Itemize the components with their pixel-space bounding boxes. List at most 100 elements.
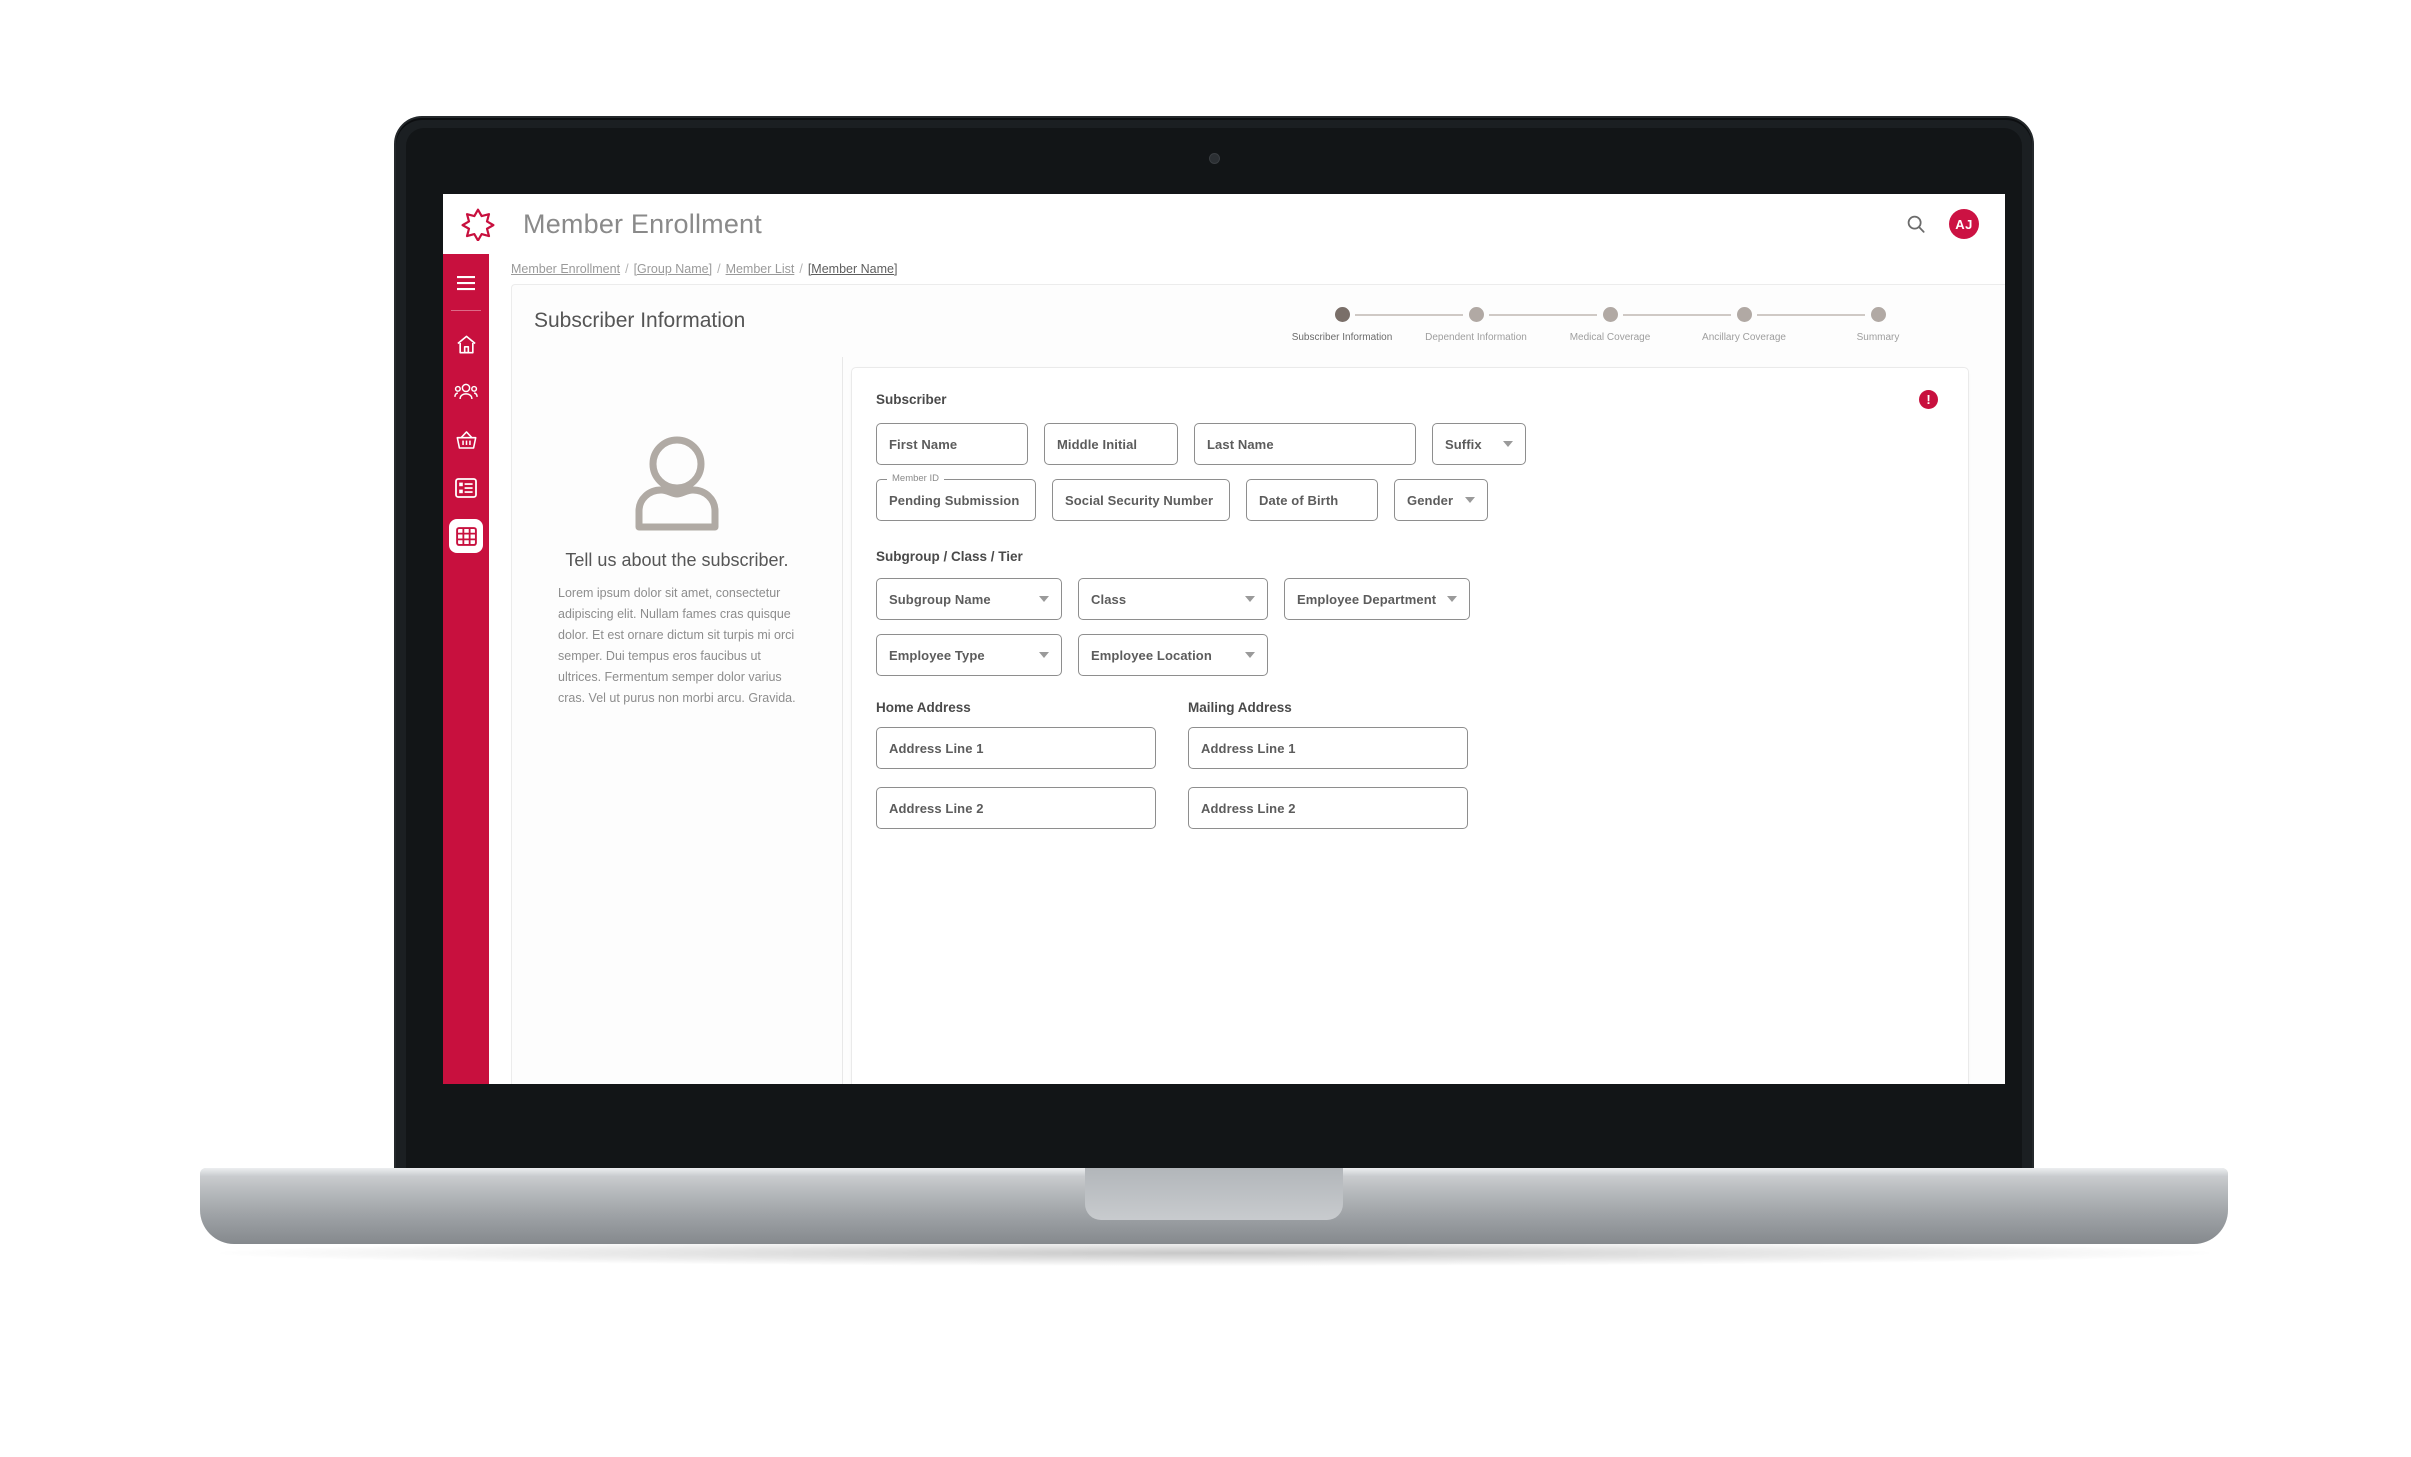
breadcrumb: Member Enrollment / [Group Name] / Membe… (489, 254, 2005, 284)
stepper-label: Summary (1856, 332, 1900, 343)
search-icon[interactable] (1901, 209, 1931, 239)
home-address-line1-input[interactable]: Address Line 1 (876, 727, 1156, 769)
chevron-down-icon (1039, 596, 1049, 602)
topbar-actions: AJ (1901, 209, 2005, 239)
content-area: Member Enrollment / [Group Name] / Membe… (489, 254, 2005, 1084)
suffix-select[interactable]: Suffix (1432, 423, 1526, 465)
sidebar-item-home[interactable] (449, 327, 483, 361)
stepper-label: Dependent Information (1425, 332, 1527, 343)
section-header-subgroup: Subgroup / Class / Tier (876, 549, 1938, 564)
chevron-down-icon (1447, 596, 1457, 602)
home-icon (456, 335, 476, 353)
class-select[interactable]: Class (1078, 578, 1268, 620)
stepper-label: Subscriber Information (1291, 332, 1393, 343)
section-title: Subscriber (876, 392, 947, 407)
subgroup-row-1: Subgroup Name Class Employee Department (876, 578, 1938, 620)
app-topbar: Member Enrollment AJ (443, 194, 2005, 255)
mailing-address-line1-placeholder: Address Line 1 (1201, 740, 1296, 756)
home-address-line2-placeholder: Address Line 2 (889, 800, 984, 816)
stepper-step-subscriber-information[interactable]: Subscriber Information (1275, 307, 1463, 343)
sidebar-item-menu[interactable] (449, 266, 483, 300)
hamburger-menu-icon (457, 276, 475, 291)
avatar[interactable]: AJ (1949, 209, 1979, 239)
section-header-home-address: Home Address (876, 700, 1156, 715)
mailing-address-line2-placeholder: Address Line 2 (1201, 800, 1296, 816)
sidebar-item-reports[interactable] (449, 471, 483, 505)
laptop-lid: Member Enrollment AJ Member Enrollment /… (396, 118, 2032, 1172)
employee-type-value: Employee Type (889, 647, 985, 663)
suffix-value: Suffix (1445, 436, 1482, 452)
date-of-birth-input[interactable]: Date of Birth (1246, 479, 1378, 521)
page-title: Subscriber Information (534, 309, 746, 332)
mailing-address-group: Mailing Address Address Line 1 Address L… (1188, 700, 1468, 847)
list-icon (455, 478, 477, 498)
employee-type-select[interactable]: Employee Type (876, 634, 1062, 676)
stepper-dot (1870, 307, 1886, 322)
member-id-input[interactable]: Member ID Pending Submission (876, 473, 1036, 521)
first-name-placeholder: First Name (889, 436, 958, 452)
employee-department-select[interactable]: Employee Department (1284, 578, 1470, 620)
breadcrumb-separator: / (625, 262, 629, 276)
middle-initial-placeholder: Middle Initial (1057, 436, 1138, 452)
intro-heading: Tell us about the subscriber. (565, 550, 789, 570)
subscriber-form-card: Subscriber ! First Name Middle Initial L… (851, 367, 1969, 1084)
employee-location-select[interactable]: Employee Location (1078, 634, 1268, 676)
brand-logo[interactable] (443, 194, 513, 254)
breadcrumb-separator: / (799, 262, 803, 276)
sidebar-nav (443, 254, 489, 1084)
employee-location-value: Employee Location (1091, 647, 1212, 663)
breadcrumb-item-2[interactable]: Member List (726, 262, 795, 276)
grid-table-icon (455, 526, 477, 546)
stepper-step-summary[interactable]: Summary (1811, 307, 1945, 343)
member-id-label: Member ID (887, 473, 944, 484)
stepper-step-medical-coverage[interactable]: Medical Coverage (1543, 307, 1731, 343)
subgroup-name-value: Subgroup Name (889, 591, 991, 607)
intro-pane: Tell us about the subscriber. Lorem ipsu… (512, 357, 843, 1084)
basket-icon (456, 431, 476, 449)
progress-stepper: Subscriber Information Dependent Informa… (1275, 305, 1979, 343)
breadcrumb-item-1[interactable]: [Group Name] (634, 262, 713, 276)
person-avatar-icon (625, 435, 729, 536)
breadcrumb-item-0[interactable]: Member Enrollment (511, 262, 620, 276)
laptop-screen: Member Enrollment AJ Member Enrollment /… (443, 194, 2005, 1084)
sidebar-item-groups[interactable] (449, 375, 483, 409)
dob-placeholder: Date of Birth (1259, 492, 1339, 508)
ssn-input[interactable]: Social Security Number (1052, 479, 1230, 521)
subgroup-row-2: Employee Type Employee Location (876, 634, 1938, 676)
mailing-address-line1-input[interactable]: Address Line 1 (1188, 727, 1468, 769)
laptop-device: Member Enrollment AJ Member Enrollment /… (396, 118, 2032, 1172)
error-alert-icon[interactable]: ! (1919, 390, 1938, 409)
subgroup-name-select[interactable]: Subgroup Name (876, 578, 1062, 620)
chevron-down-icon (1039, 652, 1049, 658)
group-people-icon (454, 383, 478, 400)
chevron-down-icon (1503, 441, 1513, 447)
section-header-mailing-address: Mailing Address (1188, 700, 1468, 715)
screenshot-stage: Member Enrollment AJ Member Enrollment /… (0, 0, 2411, 1457)
mailing-address-line2-input[interactable]: Address Line 2 (1188, 787, 1468, 829)
gender-value: Gender (1407, 492, 1454, 508)
first-name-input[interactable]: First Name (876, 423, 1028, 465)
gender-select[interactable]: Gender (1394, 479, 1488, 521)
webcam-icon (1209, 154, 1219, 163)
chevron-down-icon (1245, 652, 1255, 658)
asterisk-medical-logo-icon (461, 208, 495, 241)
stepper-step-ancillary-coverage[interactable]: Ancillary Coverage (1677, 307, 1865, 343)
sidebar-item-products[interactable] (449, 423, 483, 457)
stepper-label: Medical Coverage (1569, 332, 1651, 343)
intro-body: Lorem ipsum dolor sit amet, consectetur … (558, 586, 796, 705)
app-title: Member Enrollment (523, 208, 762, 239)
employee-department-value: Employee Department (1297, 591, 1437, 607)
stepper-dot (1736, 307, 1752, 322)
middle-initial-input[interactable]: Middle Initial (1044, 423, 1178, 465)
sidebar-item-enrollment[interactable] (449, 519, 483, 553)
stepper-step-dependent-information[interactable]: Dependent Information (1409, 307, 1597, 343)
class-value: Class (1091, 591, 1127, 607)
home-address-line2-input[interactable]: Address Line 2 (876, 787, 1156, 829)
chevron-down-icon (1465, 497, 1475, 503)
panes: Tell us about the subscriber. Lorem ipsu… (512, 357, 2005, 1084)
member-id-value: Pending Submission (889, 492, 1020, 508)
stepper-label: Ancillary Coverage (1702, 332, 1786, 343)
enrollment-board: Subscriber Information Subscriber Inform… (511, 284, 2005, 1084)
last-name-placeholder: Last Name (1207, 436, 1274, 452)
last-name-input[interactable]: Last Name (1194, 423, 1416, 465)
